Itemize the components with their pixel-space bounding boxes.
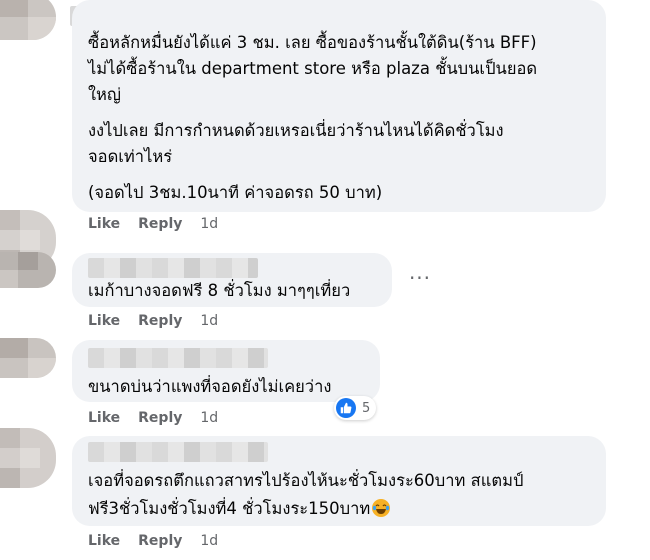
comment-text-line: ใหญ่ bbox=[88, 85, 121, 104]
avatar[interactable] bbox=[0, 0, 56, 40]
avatar[interactable] bbox=[0, 428, 56, 488]
reply-link[interactable]: Reply bbox=[138, 313, 182, 329]
comment-text-line: ไม่ได้ซื้อร้านใน department store หรือ p… bbox=[88, 59, 538, 78]
commenter-name-blurred[interactable] bbox=[88, 442, 268, 462]
more-options-icon[interactable]: ··· bbox=[404, 262, 436, 294]
timestamp[interactable]: 1d bbox=[200, 410, 218, 426]
avatar[interactable] bbox=[0, 252, 56, 288]
like-link[interactable]: Like bbox=[88, 216, 120, 232]
comment-text-line: จอดเท่าไหร่ bbox=[88, 147, 173, 166]
reaction-summary[interactable]: 5 bbox=[334, 396, 377, 420]
comment-text-line: ฟรี3ชั่วโมงชั่วโมงที่4 ชั่วโมงระ150บาท bbox=[88, 496, 391, 521]
comment-actions: Like Reply 1d bbox=[88, 533, 218, 549]
like-link[interactable]: Like bbox=[88, 533, 120, 549]
comment-text: เมก้าบางจอดฟรี 8 ชั่วโมง มาๆๆเที่ยว bbox=[88, 281, 351, 300]
comment-text-segment: ฟรี3ชั่วโมงชั่วโมงที่4 ชั่วโมงระ150บาท bbox=[88, 499, 371, 518]
comment-actions: Like Reply 1d bbox=[88, 410, 218, 426]
avatar[interactable] bbox=[0, 338, 56, 378]
thumbs-up-icon bbox=[336, 398, 356, 418]
commenter-name-blurred[interactable] bbox=[88, 348, 268, 368]
reply-link[interactable]: Reply bbox=[138, 410, 182, 426]
comment-text-line: งงไปเลย มีการกำหนดด้วยเหรอเนี่ยว่าร้านไห… bbox=[88, 121, 504, 140]
like-link[interactable]: Like bbox=[88, 410, 120, 426]
comment-actions: Like Reply 1d bbox=[88, 216, 218, 232]
reply-link[interactable]: Reply bbox=[138, 216, 182, 232]
comment-text-line: (จอดไป 3ชม.10นาที ค่าจอดรถ 50 บาท) bbox=[88, 183, 383, 202]
comment-text: ขนาดบ่นว่าแพงที่จอดยังไม่เคยว่าง bbox=[88, 377, 332, 396]
laughing-emoji-icon bbox=[372, 499, 391, 517]
comment-text-line: เจอที่จอดรถตึกแถวสาทรไปร้องไห้นะชั่วโมงร… bbox=[88, 471, 524, 490]
timestamp[interactable]: 1d bbox=[200, 533, 218, 549]
comment-text-line: ซื้อหลักหมื่นยังได้แค่ 3 ชม. เลย ซื้อของ… bbox=[88, 33, 537, 52]
comment-actions: Like Reply 1d bbox=[88, 313, 218, 329]
reaction-count: 5 bbox=[362, 400, 371, 416]
reply-link[interactable]: Reply bbox=[138, 533, 182, 549]
commenter-name-blurred[interactable] bbox=[88, 258, 258, 278]
like-link[interactable]: Like bbox=[88, 313, 120, 329]
timestamp[interactable]: 1d bbox=[200, 313, 218, 329]
timestamp[interactable]: 1d bbox=[200, 216, 218, 232]
